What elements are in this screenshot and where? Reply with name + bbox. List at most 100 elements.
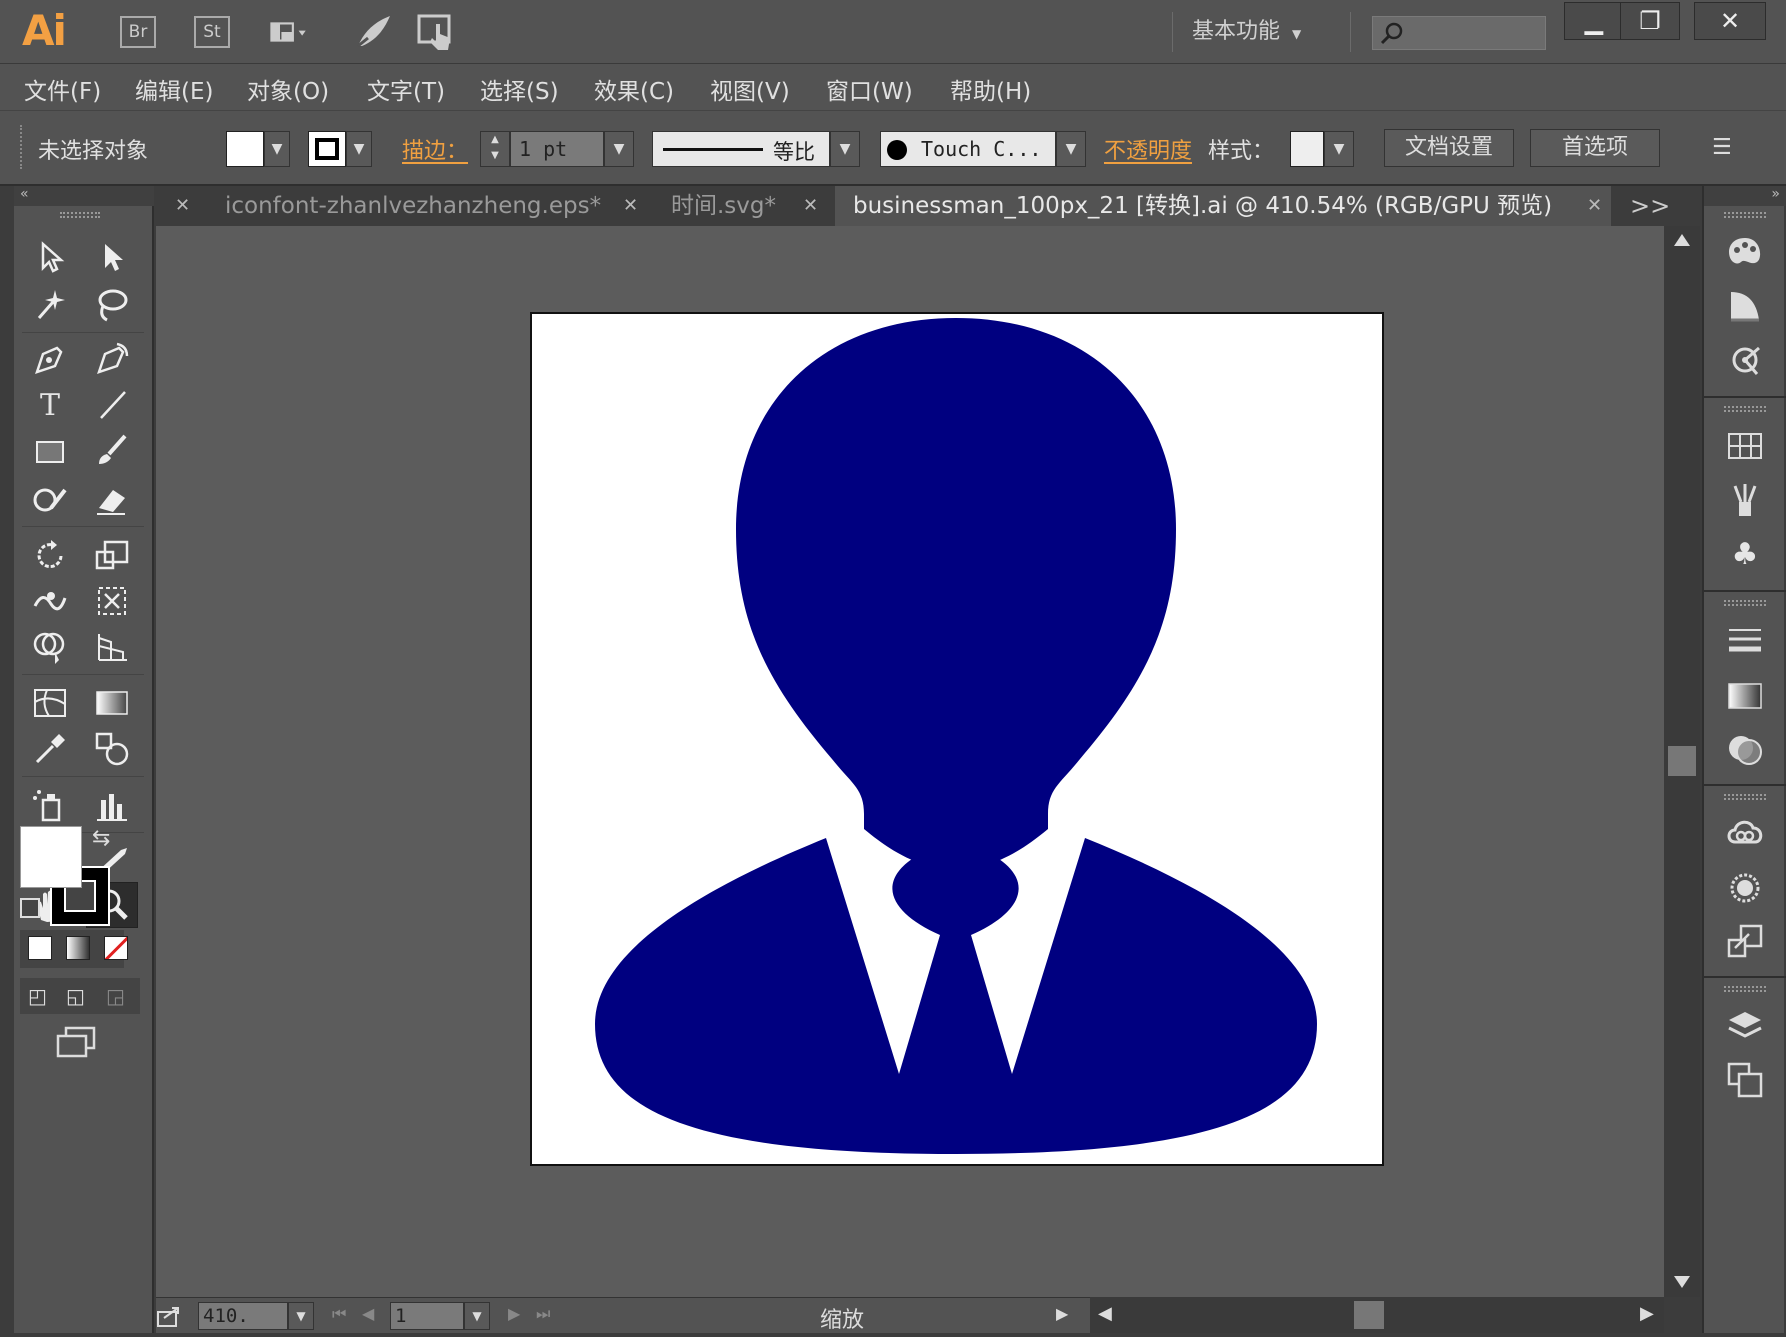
artboard-dropdown[interactable]: ▼ bbox=[464, 1302, 490, 1330]
tab-close-icon[interactable]: ✕ bbox=[623, 186, 638, 226]
stock-button[interactable]: St bbox=[194, 16, 230, 48]
menu-help[interactable]: 帮助(H) bbox=[950, 72, 1031, 106]
first-artboard-icon[interactable]: ⏮ bbox=[332, 1304, 346, 1324]
line-segment-tool-icon[interactable] bbox=[86, 382, 138, 428]
artboard[interactable] bbox=[530, 312, 1384, 1166]
type-tool-icon[interactable]: T bbox=[24, 382, 76, 428]
tab-close-icon[interactable]: ✕ bbox=[803, 186, 818, 226]
transparency-icon[interactable] bbox=[1721, 726, 1769, 774]
stroke-panel-icon[interactable] bbox=[1721, 616, 1769, 664]
menu-window[interactable]: 窗口(W) bbox=[826, 72, 913, 106]
variable-width-profile[interactable]: 等比 bbox=[652, 131, 830, 167]
default-colors-icon[interactable] bbox=[20, 898, 40, 918]
color-mode-button[interactable] bbox=[28, 936, 52, 960]
creative-cloud-libraries-icon[interactable] bbox=[1721, 808, 1769, 856]
panel-grip[interactable] bbox=[20, 125, 24, 169]
rectangle-tool-icon[interactable] bbox=[24, 428, 76, 474]
share-icon[interactable] bbox=[156, 1304, 182, 1328]
bridge-button[interactable]: Br bbox=[120, 16, 156, 48]
status-menu-arrow-icon[interactable]: ▶ bbox=[1056, 1304, 1068, 1323]
gradient-panel-icon[interactable] bbox=[1721, 672, 1769, 720]
touch-workspace-icon[interactable] bbox=[416, 12, 456, 52]
zoom-level-field[interactable]: 410. 54% bbox=[198, 1302, 288, 1337]
next-artboard-icon[interactable]: ▶ bbox=[508, 1304, 520, 1323]
draw-inside-icon[interactable]: ◲ bbox=[106, 984, 125, 1008]
menu-edit[interactable]: 编辑(E) bbox=[135, 72, 213, 106]
workspace-switcher[interactable]: 基本功能 ▼ bbox=[1186, 10, 1307, 54]
canvas[interactable] bbox=[156, 226, 1664, 1297]
stroke-weight-field[interactable]: 1 pt bbox=[510, 131, 604, 167]
scale-tool-icon[interactable] bbox=[86, 532, 138, 578]
shape-builder-tool-icon[interactable] bbox=[24, 624, 76, 670]
artboards-icon[interactable] bbox=[1721, 1056, 1769, 1104]
brush-dropdown[interactable]: ▼ bbox=[1056, 131, 1086, 167]
brushes-icon[interactable] bbox=[1721, 476, 1769, 524]
profile-dropdown[interactable]: ▼ bbox=[830, 131, 860, 167]
tab-close-icon[interactable]: ✕ bbox=[1587, 186, 1602, 226]
vertical-scrollbar[interactable] bbox=[1664, 226, 1700, 1297]
stroke-weight-stepper[interactable]: ▲ ▼ bbox=[480, 131, 510, 167]
scroll-down-icon[interactable] bbox=[1674, 1276, 1690, 1288]
collapse-dock-icon[interactable]: » bbox=[1704, 186, 1786, 206]
menu-object[interactable]: 对象(O) bbox=[247, 72, 329, 106]
stroke-swatch[interactable] bbox=[308, 131, 346, 167]
direct-selection-tool-icon[interactable] bbox=[86, 234, 138, 280]
gpu-performance-icon[interactable] bbox=[354, 12, 394, 52]
eraser-tool-icon[interactable] bbox=[86, 476, 138, 522]
maximize-button[interactable]: ❐ bbox=[1620, 2, 1680, 40]
graphic-style-dropdown[interactable]: ▼ bbox=[1324, 131, 1354, 167]
menu-file[interactable]: 文件(F) bbox=[24, 72, 101, 106]
dock-grip[interactable] bbox=[1724, 600, 1766, 606]
selection-tool-icon[interactable] bbox=[24, 234, 76, 280]
mesh-tool-icon[interactable] bbox=[24, 680, 76, 726]
draw-normal-icon[interactable]: ◰ bbox=[28, 984, 47, 1008]
stroke-weight-dropdown[interactable]: ▼ bbox=[604, 131, 634, 167]
paintbrush-tool-icon[interactable] bbox=[86, 428, 138, 474]
rotate-tool-icon[interactable] bbox=[24, 532, 76, 578]
layers-icon[interactable] bbox=[1721, 1002, 1769, 1050]
stroke-dropdown[interactable]: ▼ bbox=[346, 131, 372, 167]
symbol-sprayer-tool-icon[interactable] bbox=[24, 782, 76, 828]
tab-time-svg[interactable]: 时间.svg* bbox=[671, 186, 776, 226]
gradient-tool-icon[interactable] bbox=[86, 680, 138, 726]
dock-grip[interactable] bbox=[1724, 794, 1766, 800]
opacity-link[interactable]: 不透明度 bbox=[1104, 133, 1192, 165]
dock-grip[interactable] bbox=[1724, 986, 1766, 992]
tab-iconfont-eps[interactable]: iconfont-zhanlvezhanzheng.eps* bbox=[225, 186, 601, 226]
scrollbar-thumb[interactable] bbox=[1668, 746, 1696, 776]
blend-tool-icon[interactable] bbox=[86, 726, 138, 772]
perspective-grid-tool-icon[interactable] bbox=[86, 624, 138, 670]
color-guide-icon[interactable] bbox=[1721, 282, 1769, 330]
artboard-number-field[interactable]: 1 bbox=[390, 1302, 464, 1330]
menu-effect[interactable]: 效果(C) bbox=[594, 72, 674, 106]
none-mode-button[interactable] bbox=[104, 936, 128, 960]
last-artboard-icon[interactable]: ⏭ bbox=[536, 1304, 550, 1324]
toolbox-grip[interactable] bbox=[60, 212, 100, 218]
recolor-artwork-icon[interactable] bbox=[1721, 336, 1769, 384]
preferences-button[interactable]: 首选项 bbox=[1530, 129, 1660, 167]
dock-grip[interactable] bbox=[1724, 406, 1766, 412]
symbols-icon[interactable]: ♣ bbox=[1721, 530, 1769, 578]
panel-menu-icon[interactable]: ☰ bbox=[1712, 135, 1732, 160]
arrange-documents-icon[interactable] bbox=[270, 12, 326, 52]
dock-grip[interactable] bbox=[1724, 212, 1766, 218]
gradient-mode-button[interactable] bbox=[66, 936, 90, 960]
tab-overflow-button[interactable]: >> bbox=[1630, 186, 1670, 226]
zoom-dropdown[interactable]: ▼ bbox=[288, 1302, 314, 1330]
document-setup-button[interactable]: 文档设置 bbox=[1384, 129, 1514, 167]
shaper-tool-icon[interactable] bbox=[24, 476, 76, 522]
eyedropper-tool-icon[interactable] bbox=[24, 726, 76, 772]
appearance-icon[interactable] bbox=[1721, 864, 1769, 912]
draw-behind-icon[interactable]: ◱ bbox=[66, 984, 85, 1008]
stroke-label-link[interactable]: 描边： bbox=[402, 133, 468, 165]
menu-view[interactable]: 视图(V) bbox=[710, 72, 790, 106]
swap-fill-stroke-icon[interactable]: ⇆ bbox=[92, 826, 110, 851]
businessman-icon[interactable] bbox=[532, 314, 1382, 1164]
pen-tool-icon[interactable] bbox=[24, 336, 76, 382]
minimize-button[interactable]: ▁ bbox=[1564, 2, 1624, 40]
width-tool-icon[interactable] bbox=[24, 578, 76, 624]
search-box[interactable] bbox=[1372, 16, 1546, 50]
status-tool-label[interactable]: 缩放 bbox=[820, 1302, 864, 1334]
color-palette-icon[interactable] bbox=[1721, 228, 1769, 276]
scroll-right-icon[interactable]: ▶ bbox=[1640, 1303, 1654, 1324]
